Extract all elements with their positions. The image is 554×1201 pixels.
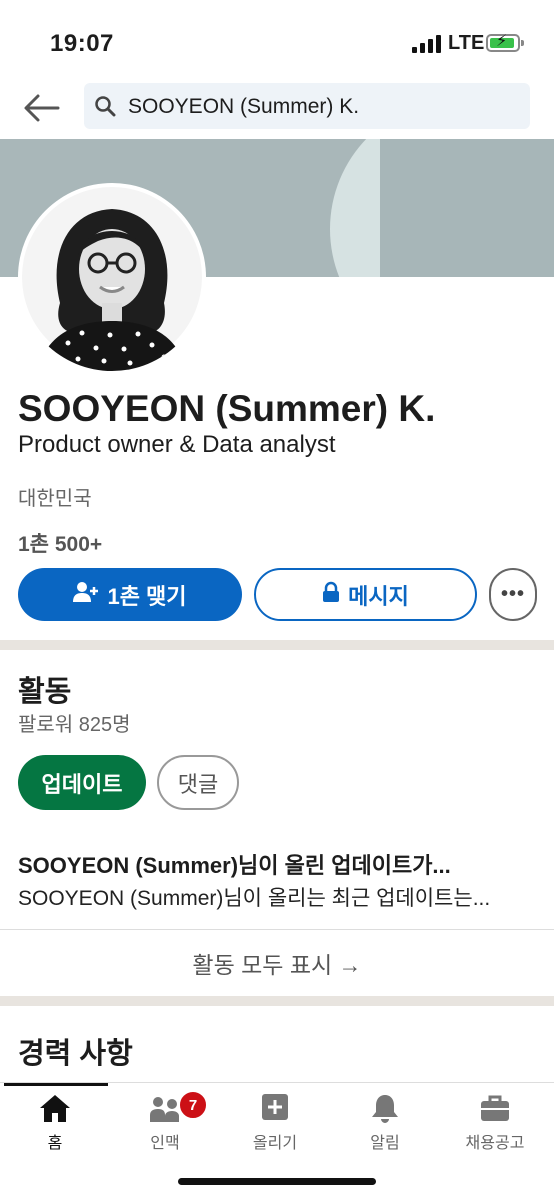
tab-updates[interactable]: 업데이트 <box>18 755 146 810</box>
activity-post-subtitle: SOOYEON (Summer)님이 올리는 최근 업데이트는... <box>18 887 491 910</box>
profile-photo[interactable] <box>18 183 206 371</box>
tab-post[interactable]: 올리기 <box>220 1093 330 1153</box>
message-button[interactable]: 메시지 <box>254 568 477 621</box>
followers-count: 팔로워 825명 <box>18 714 131 736</box>
profile-name: SOOYEON (Summer) K. <box>18 388 436 429</box>
tab-label: 알림 <box>370 1135 400 1152</box>
cellular-signal-icon <box>412 35 444 53</box>
status-bar: 19:07 LTE ⚡ <box>0 0 554 80</box>
tab-label: 채용공고 <box>465 1135 525 1152</box>
tab-notifications[interactable]: 알림 <box>330 1093 440 1153</box>
home-indicator[interactable] <box>178 1178 376 1185</box>
profile-location: 대한민국 <box>18 488 92 510</box>
tab-comments[interactable]: 댓글 <box>157 755 239 810</box>
more-options-button[interactable]: ••• <box>489 568 537 621</box>
status-time: 19:07 <box>50 30 114 57</box>
network-icon <box>148 1093 182 1123</box>
connect-label: 1촌 맺기 <box>107 583 187 609</box>
top-bar: SOOYEON (Summer) K. <box>0 80 554 138</box>
network-type: LTE <box>448 32 485 54</box>
add-person-icon <box>73 581 99 609</box>
connections-count[interactable]: 1촌 500+ <box>18 528 102 558</box>
tab-home[interactable]: 홈 <box>0 1093 110 1153</box>
notification-badge: 7 <box>178 1090 208 1120</box>
tab-jobs[interactable]: 채용공고 <box>440 1093 550 1153</box>
tab-label: 홈 <box>47 1135 63 1152</box>
section-divider <box>0 996 554 1006</box>
bell-icon <box>368 1093 402 1123</box>
show-all-label: 활동 모두 표시 → <box>192 952 362 978</box>
tab-label: 인맥 <box>150 1135 180 1152</box>
search-query: SOOYEON (Summer) K. <box>128 95 360 118</box>
back-arrow-icon[interactable] <box>22 90 62 126</box>
activity-post-title[interactable]: SOOYEON (Summer)님이 올린 업데이트가... <box>18 848 538 880</box>
post-icon <box>258 1093 292 1123</box>
battery-charging-icon: ⚡ <box>486 33 524 52</box>
show-all-activity-link[interactable]: 활동 모두 표시 → <box>0 930 554 996</box>
home-icon <box>38 1093 72 1123</box>
lock-icon <box>322 581 340 609</box>
section-divider <box>0 640 554 650</box>
message-label: 메시지 <box>348 583 409 609</box>
tab-label: 올리기 <box>252 1135 298 1152</box>
connect-button[interactable]: 1촌 맺기 <box>18 568 242 621</box>
active-tab-indicator <box>4 1083 108 1086</box>
activity-title: 활동 <box>18 676 72 708</box>
more-icon: ••• <box>500 583 525 605</box>
briefcase-icon <box>478 1093 512 1123</box>
profile-headline: Product owner & Data analyst <box>18 431 336 458</box>
experience-title: 경력 사항 <box>18 1038 133 1070</box>
search-icon <box>94 95 116 117</box>
search-bar[interactable]: SOOYEON (Summer) K. <box>84 83 530 129</box>
